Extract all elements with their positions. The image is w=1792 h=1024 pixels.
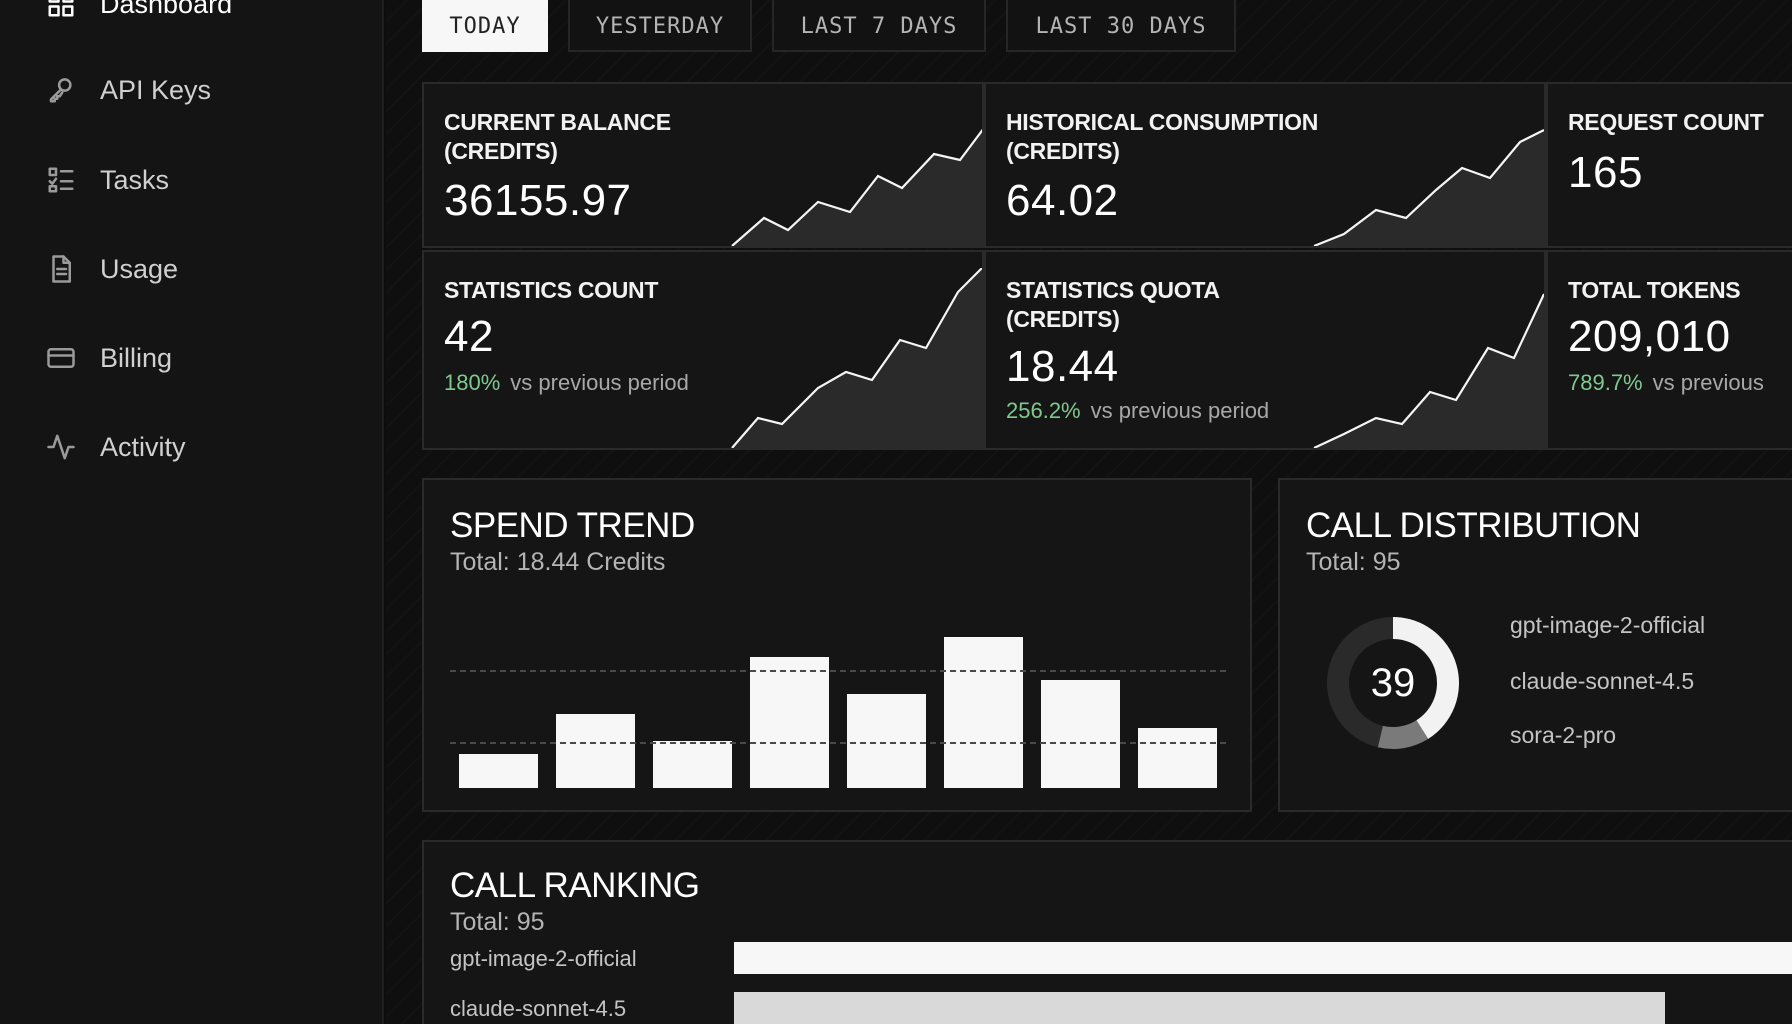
sidebar-item-dashboard[interactable]: Dashboard [46,0,232,24]
donut-chart: 39 [1327,617,1459,749]
main-content: TODAY YESTERDAY LAST 7 DAYS LAST 30 DAYS… [386,0,1792,1024]
sparkline [731,268,982,448]
change-percent: 256.2% [1006,398,1081,423]
spend-bar [1137,727,1218,788]
sidebar-item-billing[interactable]: Billing [46,338,172,378]
dashboard-icon [48,0,74,17]
ranking-label: claude-sonnet-4.5 [450,996,627,1021]
sidebar-item-label: Usage [100,253,179,284]
ranking-bar [734,992,1665,1024]
call-ranking-panel: CALL RANKING Total: 95 gpt-image-2-offic… [422,840,1792,1024]
panel-subtitle: Total: 18.44 Credits [450,548,666,576]
panel-subtitle: Total: 95 [1306,548,1401,576]
stat-change: 180% vs previous period [444,370,689,396]
stat-card-total-tokens: TOTAL TOKENS 209,010 789.7% vs previous [1546,250,1792,450]
spend-bar [943,636,1024,788]
tab-last-7-days[interactable]: LAST 7 DAYS [772,0,986,52]
spend-bar [458,754,539,788]
panel-subtitle: Total: 95 [450,908,545,936]
spend-bar [749,656,830,788]
document-icon [52,255,71,283]
tasks-icon [48,167,74,193]
panel-title: CALL DISTRIBUTION [1306,506,1641,545]
tab-yesterday[interactable]: YESTERDAY [568,0,752,52]
legend-item: claude-sonnet-4.5 [1510,668,1695,694]
stat-title: TOTAL TOKENS [1568,277,1741,303]
stat-value: 165 [1568,148,1643,197]
spend-bar [1040,680,1121,788]
stat-change: 256.2% vs previous period [1006,398,1269,424]
sidebar-item-label: Activity [100,431,186,462]
change-label: vs previous [1652,370,1764,395]
activity-icon [47,434,75,460]
change-label: vs previous period [510,370,689,395]
stat-title: HISTORICAL CONSUMPTION (CREDITS) [1006,109,1319,164]
gridline [450,742,1226,744]
stat-title: REQUEST COUNT [1568,109,1764,135]
stat-card-statistics-quota: STATISTICS QUOTA (CREDITS) 18.44 256.2% v… [984,250,1546,450]
change-percent: 180% [444,370,501,395]
stat-value: 42 [444,312,494,361]
sidebar-item-label: API Keys [100,74,212,105]
stat-value: 64.02 [1006,176,1119,225]
gridline [450,670,1226,672]
sparkline [731,128,982,246]
sidebar-item-label: Billing [100,342,173,373]
stat-card-statistics-count: STATISTICS COUNT 42 180% vs previous peri… [422,250,984,450]
legend-item: sora-2-pro [1510,722,1617,748]
stat-change: 789.7% vs previous [1568,370,1764,396]
sidebar-item-label: Tasks [100,164,170,195]
sidebar-item-usage[interactable]: Usage [46,249,178,289]
spend-trend-chart [450,620,1226,788]
legend-item: gpt-image-2-official [1510,612,1706,638]
spend-bar [555,714,636,788]
sparkline [1313,293,1544,448]
spend-bar [846,693,927,788]
panel-title: CALL RANKING [450,866,700,905]
call-distribution-panel: CALL DISTRIBUTION Total: 95 39 gpt-image… [1278,478,1792,812]
stat-value: 209,010 [1568,312,1731,361]
tab-today[interactable]: TODAY [422,0,548,52]
spend-bar [652,740,733,788]
change-percent: 789.7% [1568,370,1643,395]
stat-title: STATISTICS COUNT [444,277,659,303]
sidebar-item-activity[interactable]: Activity [46,427,186,467]
sidebar-item-label: Dashboard [100,0,233,19]
ranking-label: gpt-image-2-official [450,946,637,971]
stat-value: 36155.97 [444,176,632,225]
sparkline [1313,129,1544,246]
sidebar-item-tasks[interactable]: Tasks [46,160,169,200]
stat-card-historical-consumption: HISTORICAL CONSUMPTION (CREDITS) 64.02 [984,82,1546,248]
stat-title: STATISTICS QUOTA (CREDITS) [1006,277,1219,332]
stat-title: CURRENT BALANCE (CREDITS) [444,109,671,164]
stat-value: 18.44 [1006,342,1119,391]
tab-last-30-days[interactable]: LAST 30 DAYS [1006,0,1236,52]
sidebar-item-api-keys[interactable]: API Keys [46,70,211,110]
donut-center-value: 39 [1371,661,1416,705]
ranking-bar [734,942,1792,974]
panel-title: SPEND TREND [450,506,695,545]
change-label: vs previous period [1090,398,1270,423]
stat-card-request-count: REQUEST COUNT 165 [1546,82,1792,248]
key-icon [49,78,72,103]
sidebar: Dashboard API Keys Tasks Usage Billing A… [0,0,384,1024]
spend-trend-panel: SPEND TREND Total: 18.44 Credits [422,478,1252,812]
stat-card-current-balance: CURRENT BALANCE (CREDITS) 36155.97 [422,82,984,248]
credit-card-icon [47,348,75,368]
